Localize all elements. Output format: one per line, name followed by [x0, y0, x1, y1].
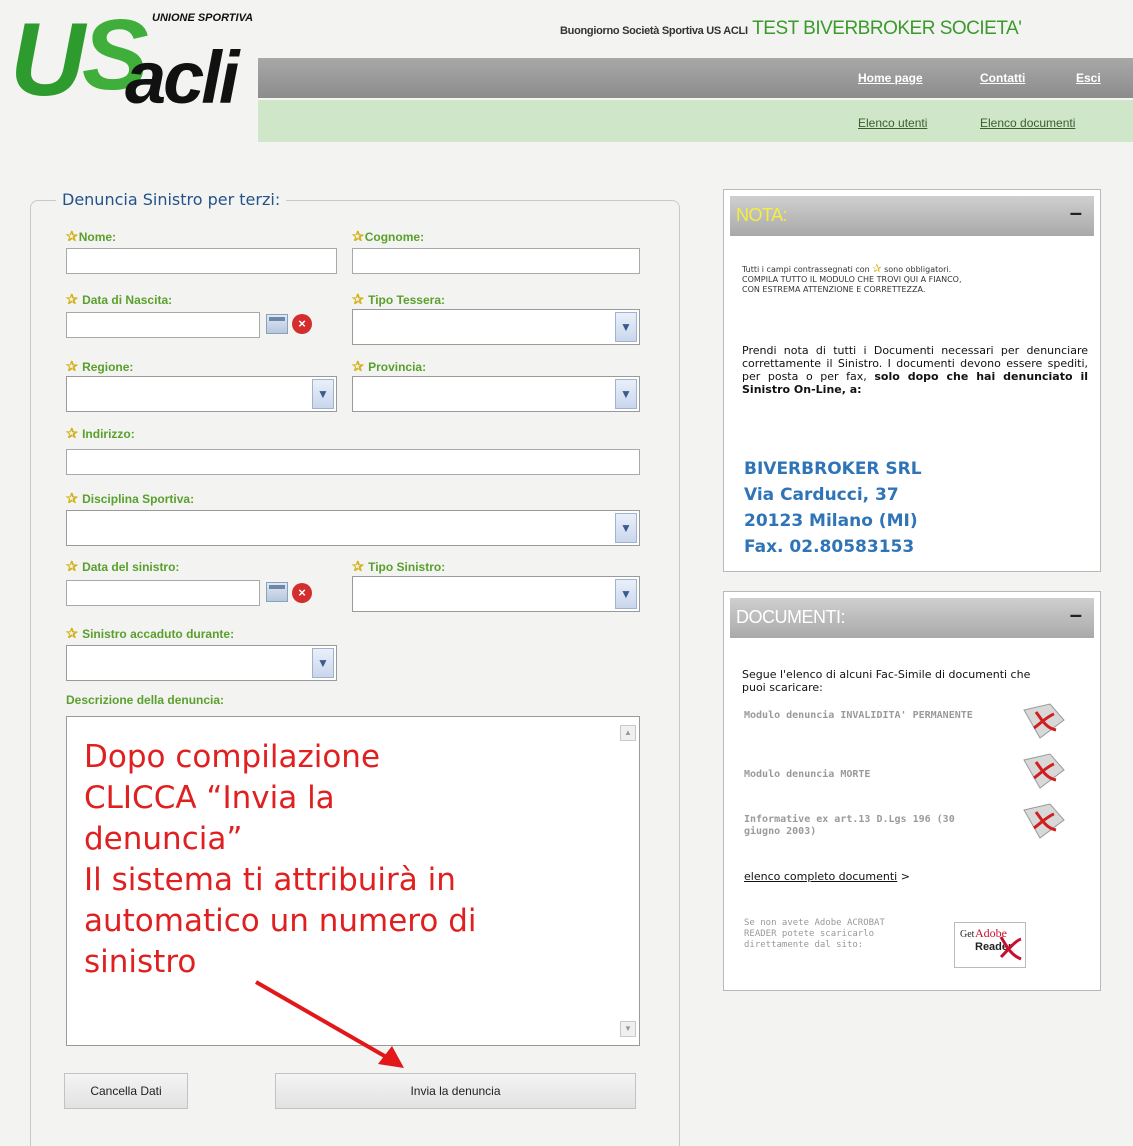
greeting: Buongiorno Società Sportiva US ACLI TEST…: [560, 18, 1022, 44]
address-street: Via Carducci, 37: [744, 485, 899, 505]
chevron-down-icon[interactable]: ▼: [615, 513, 637, 543]
label-accaduto-durante: ✰ Sinistro accaduto durante:: [66, 625, 235, 641]
adobe-reader-icon: [999, 936, 1022, 961]
label-provincia: ✰ Provincia:: [352, 358, 427, 374]
accaduto-durante-select[interactable]: ▼: [66, 645, 337, 681]
documenti-header: DOCUMENTI: –: [730, 598, 1094, 638]
calendar-icon[interactable]: [266, 582, 288, 602]
indirizzo-input[interactable]: [66, 449, 640, 475]
form-title: Denuncia Sinistro per terzi:: [56, 190, 287, 209]
chevron-down-icon[interactable]: ▼: [615, 379, 637, 409]
pdf-icon[interactable]: [1020, 702, 1068, 742]
label-disciplina: ✰ Disciplina Sportiva:: [66, 490, 195, 506]
pdf-icon[interactable]: [1020, 752, 1068, 792]
doc-invalidita-link[interactable]: Modulo denuncia INVALIDITA' PERMANENTE: [744, 710, 994, 722]
label-descrizione: Descrizione della denuncia:: [66, 693, 225, 707]
required-star-icon: ✰: [66, 358, 78, 374]
nav-contatti-link[interactable]: Contatti: [980, 71, 1025, 85]
nota-paragraph: Prendi nota di tutti i Documenti necessa…: [742, 344, 1088, 396]
required-star-icon: ✰: [352, 228, 364, 244]
label-data-nascita: ✰ Data di Nascita:: [66, 291, 173, 307]
greeting-company: TEST BIVERBROKER SOCIETA': [752, 18, 1022, 39]
label-data-sinistro: ✰ Data del sinistro:: [66, 558, 180, 574]
chevron-down-icon[interactable]: ▼: [312, 648, 334, 678]
doc-informativa-link[interactable]: Informative ex art.13 D.Lgs 196 (30 giug…: [744, 814, 994, 838]
adobe-note: Se non avete Adobe ACROBAT READER potete…: [744, 918, 885, 950]
sub-nav-bar: Elenco utenti Elenco documenti: [258, 100, 1133, 142]
pdf-icon[interactable]: [1020, 802, 1068, 842]
label-nome: ✰Nome:: [66, 228, 117, 244]
address-company: BIVERBROKER SRL: [744, 459, 922, 479]
label-tipo-tessera: ✰ Tipo Tessera:: [352, 291, 445, 307]
doc-morte-link[interactable]: Modulo denuncia MORTE: [744, 769, 994, 781]
collapse-button[interactable]: –: [1070, 200, 1082, 226]
top-nav-bar: Home page Contatti Esci: [258, 58, 1133, 98]
greeting-small: Buongiorno Società Sportiva US ACLI: [560, 25, 748, 37]
required-star-icon: ✰: [66, 558, 78, 574]
required-star-icon: ✰: [66, 625, 78, 641]
chevron-down-icon[interactable]: ▼: [615, 579, 637, 609]
nav-elenco-utenti-link[interactable]: Elenco utenti: [858, 116, 927, 130]
required-star-icon: ✰: [66, 490, 78, 506]
required-star-icon: ✰: [872, 262, 882, 275]
annotation-arrow-icon: [255, 980, 404, 1068]
get-adobe-reader-button[interactable]: Get Adobe Reader: [954, 922, 1026, 968]
logo-acli-text: acli: [125, 36, 239, 119]
address-city: 20123 Milano (MI): [744, 511, 918, 531]
clear-date-icon[interactable]: ×: [292, 314, 312, 334]
required-star-icon: ✰: [352, 558, 364, 574]
logo-letter-u: U: [10, 2, 85, 118]
required-star-icon: ✰: [66, 425, 78, 441]
required-star-icon: ✰: [352, 291, 364, 307]
nota-panel: NOTA: – Tutti i campi contrassegnati con…: [723, 189, 1101, 572]
label-indirizzo: ✰ Indirizzo:: [66, 425, 135, 441]
required-star-icon: ✰: [66, 228, 78, 244]
label-regione: ✰ Regione:: [66, 358, 134, 374]
required-star-icon: ✰: [66, 291, 78, 307]
data-nascita-input[interactable]: [66, 312, 260, 338]
nome-input[interactable]: [66, 248, 337, 274]
submit-button[interactable]: Invia la denuncia: [275, 1073, 636, 1109]
instruction-overlay: Dopo compilazione CLICCA “Invia la denun…: [84, 739, 477, 980]
cancel-button[interactable]: Cancella Dati: [64, 1073, 188, 1109]
nav-esci-link[interactable]: Esci: [1076, 71, 1101, 85]
calendar-icon[interactable]: [266, 314, 288, 334]
required-star-icon: ✰: [352, 358, 364, 374]
tipo-sinistro-select[interactable]: ▼: [352, 576, 640, 612]
cognome-input[interactable]: [352, 248, 640, 274]
address-fax: Fax. 02.80583153: [744, 537, 915, 557]
regione-select[interactable]: ▼: [66, 376, 337, 412]
nav-home-link[interactable]: Home page: [858, 71, 923, 85]
address-block: BIVERBROKER SRL Via Carducci, 37 20123 M…: [744, 456, 922, 560]
documenti-panel: DOCUMENTI: – Segue l'elenco di alcuni Fa…: [723, 591, 1101, 991]
full-list-link[interactable]: elenco completo documenti >: [744, 870, 910, 883]
disciplina-select[interactable]: ▼: [66, 510, 640, 546]
nota-header: NOTA: –: [730, 196, 1094, 236]
nav-elenco-documenti-link[interactable]: Elenco documenti: [980, 116, 1075, 130]
scroll-up-icon[interactable]: ▲: [620, 725, 636, 741]
label-tipo-sinistro: ✰ Tipo Sinistro:: [352, 558, 446, 574]
chevron-down-icon[interactable]: ▼: [615, 312, 637, 342]
logo-unione-text: UNIONE SPORTIVA: [152, 12, 254, 24]
tipo-tessera-select[interactable]: ▼: [352, 309, 640, 345]
documenti-intro: Segue l'elenco di alcuni Fac-Simile di d…: [742, 668, 1031, 694]
clear-date-icon[interactable]: ×: [292, 583, 312, 603]
scroll-down-icon[interactable]: ▼: [620, 1021, 636, 1037]
data-sinistro-input[interactable]: [66, 580, 260, 606]
documenti-title: DOCUMENTI:: [736, 607, 846, 627]
logo[interactable]: U S acli UNIONE SPORTIVA: [0, 0, 290, 150]
collapse-button[interactable]: –: [1070, 602, 1082, 628]
required-note: Tutti i campi contrassegnati con ✰ sono …: [742, 262, 962, 294]
provincia-select[interactable]: ▼: [352, 376, 640, 412]
chevron-down-icon[interactable]: ▼: [312, 379, 334, 409]
label-cognome: ✰Cognome:: [352, 228, 425, 244]
nota-title: NOTA:: [736, 205, 788, 225]
